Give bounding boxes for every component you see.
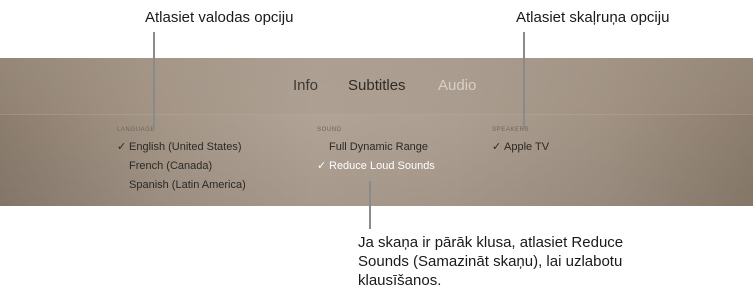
language-option-english-us[interactable]: ✓ English (United States) bbox=[117, 138, 246, 157]
option-label: Full Dynamic Range bbox=[329, 141, 429, 153]
callout-sound-caption: Ja skaņa ir pārāk klusa, atlasiet Reduce… bbox=[358, 234, 624, 289]
sound-option-full-dynamic-range[interactable]: Full Dynamic Range bbox=[317, 138, 435, 157]
speakers-header: SPEAKERS bbox=[492, 127, 530, 133]
option-label: Spanish (Latin America) bbox=[129, 179, 246, 191]
callout-line-speakers bbox=[523, 32, 525, 130]
sound-option-reduce-loud-sounds[interactable]: ✓ Reduce Loud Sounds bbox=[317, 157, 435, 176]
checkmark-icon: ✓ bbox=[492, 141, 502, 153]
sound-column: SOUND Full Dynamic Range ✓ Reduce Loud S… bbox=[317, 126, 435, 176]
callout-line-language bbox=[153, 32, 155, 130]
tab-subtitles[interactable]: Subtitles bbox=[348, 77, 406, 94]
option-label: Reduce Loud Sounds bbox=[329, 160, 435, 172]
checkmark-icon: ✓ bbox=[317, 160, 327, 172]
speakers-column: SPEAKERS ✓ Apple TV bbox=[492, 126, 549, 157]
callout-language-caption: Atlasiet valodas opciju bbox=[145, 9, 294, 26]
language-option-french-canada[interactable]: French (Canada) bbox=[117, 157, 246, 176]
checkmark-icon: ✓ bbox=[117, 141, 127, 153]
language-column: LANGUAGE ✓ English (United States) Frenc… bbox=[117, 126, 246, 195]
callout-line-sound bbox=[369, 181, 371, 229]
callout-speakers-caption: Atlasiet skaļruņa opciju bbox=[516, 9, 670, 26]
sound-header: SOUND bbox=[317, 127, 342, 133]
tab-bar: Info Subtitles Audio bbox=[0, 58, 753, 115]
option-label: Apple TV bbox=[504, 141, 550, 153]
audio-settings-panel: Info Subtitles Audio LANGUAGE ✓ English … bbox=[0, 58, 753, 206]
option-label: French (Canada) bbox=[129, 160, 213, 172]
tab-audio[interactable]: Audio bbox=[438, 77, 476, 94]
tab-info[interactable]: Info bbox=[293, 77, 318, 94]
option-label: English (United States) bbox=[129, 141, 242, 153]
language-option-spanish-latam[interactable]: Spanish (Latin America) bbox=[117, 176, 246, 195]
speakers-option-apple-tv[interactable]: ✓ Apple TV bbox=[492, 138, 549, 157]
language-header: LANGUAGE bbox=[117, 127, 156, 133]
